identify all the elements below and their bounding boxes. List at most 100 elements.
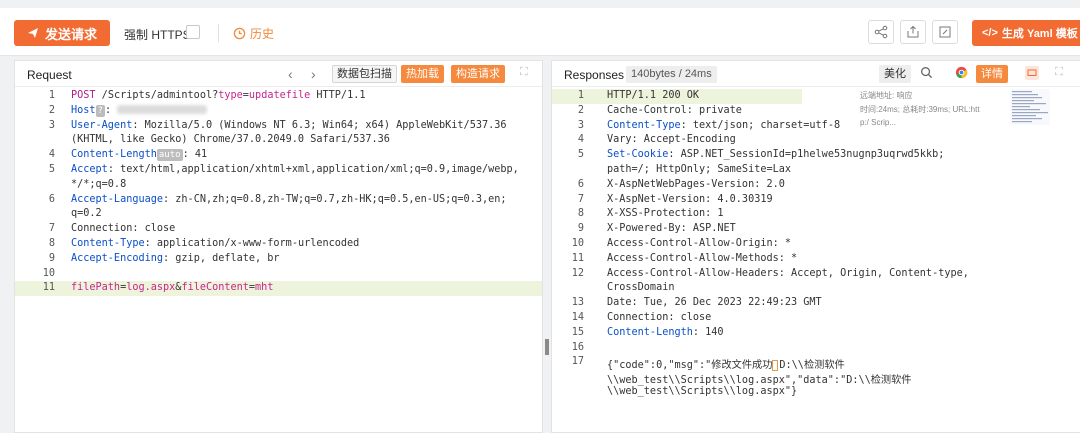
url-meta: p:/ Scrip... (860, 118, 897, 127)
line-number: 1 (577, 90, 584, 101)
header-key: Content-Length (71, 149, 157, 161)
chevron-right-icon[interactable]: › (311, 66, 316, 82)
line-number: 3 (577, 119, 584, 131)
line-number: 2 (48, 104, 55, 116)
edit-button[interactable] (932, 20, 958, 44)
detail-button[interactable]: 详情 (976, 65, 1008, 83)
hot-load-button[interactable]: 热加载 (401, 65, 444, 83)
code-line: POST /Scripts/admintool?type=updatefile … (71, 90, 365, 101)
json-text: {"code":0,"msg":"修改文件成功 (607, 360, 773, 372)
line-number: 17 (571, 356, 584, 368)
header-key: Accept-Language (71, 193, 164, 205)
toolbar-divider (218, 24, 219, 42)
code-line: Set-Cookie: ASP.NET_SessionId=p1helwe53n… (607, 149, 944, 160)
line-number: 16 (571, 341, 584, 353)
code-line: Connection: close (607, 312, 712, 323)
line-number: 14 (571, 312, 584, 323)
editor-scroll-marker[interactable] (545, 339, 549, 355)
query-value: updatefile (248, 90, 311, 101)
generate-yaml-label: 生成 Yaml 模板 (1001, 28, 1078, 40)
export-button[interactable] (900, 20, 926, 44)
header-value: text/json; charset=utf-8 (686, 119, 841, 131)
chrome-icon[interactable] (955, 66, 968, 82)
length-auto-badge: auto (156, 149, 183, 162)
line-number: 1 (48, 90, 55, 101)
header-value: 140 (699, 326, 724, 338)
http-version: HTTP/1.1 (310, 90, 366, 101)
code-line: Content-Type: text/json; charset=utf-8 (607, 120, 840, 131)
header-key: Content-Type (71, 238, 145, 249)
response-panel: Responses 140bytes / 24ms 美化 详情 ⛶ 1 HTTP/… (551, 60, 1080, 433)
force-https-checkbox[interactable] (186, 25, 200, 39)
line-number: 11 (42, 282, 55, 294)
packet-scan-button[interactable]: 数据包扫描 (332, 65, 397, 83)
line-number: 9 (48, 252, 55, 264)
beautify-button[interactable]: 美化 (879, 65, 911, 83)
code-line: Date: Tue, 26 Dec 2023 22:49:23 GMT (607, 297, 822, 309)
param-value: log.aspx (126, 282, 176, 294)
header-value: Mozilla/5.0 (Windows NT 6.3; Win64; x64)… (138, 119, 507, 131)
request-method: POST (71, 90, 96, 101)
request-header: Request ‹ › 数据包扫描 热加载 构造请求 ⛶ (15, 61, 542, 87)
code-line: Access-Control-Allow-Methods: * (607, 252, 798, 264)
code-line: HTTP/1.1 200 OK (607, 90, 700, 101)
line-number: 12 (571, 267, 584, 279)
code-line: {"code":0,"msg":"修改文件成功 D:\\检测软件 (607, 356, 845, 371)
chevron-left-icon[interactable]: ‹ (288, 66, 293, 82)
code-line-wrap: CrossDomain (607, 282, 675, 294)
clock-icon (233, 27, 246, 40)
param-key: filePath (71, 282, 121, 294)
line-number: 6 (48, 193, 55, 205)
header-value: zh-CN,zh;q=0.8,zh-TW;q=0.7,zh-HK;q=0.5,e… (169, 193, 507, 205)
generate-yaml-button[interactable]: </> 生成 Yaml 模板 (972, 20, 1080, 46)
code-line: Cache-Control: private (607, 104, 742, 116)
send-request-button[interactable]: 发送请求 (14, 20, 110, 46)
build-request-button[interactable]: 构造请求 (451, 65, 505, 83)
search-icon[interactable] (920, 66, 933, 82)
share-button[interactable] (868, 20, 894, 44)
code-line: User-Agent: Mozilla/5.0 (Windows NT 6.3;… (71, 120, 507, 131)
response-title: Responses (564, 68, 625, 82)
header-key: Set-Cookie (607, 149, 669, 161)
code-line: Host?: (71, 104, 208, 117)
line-number: 10 (42, 267, 55, 279)
line-number: 7 (48, 223, 55, 235)
response-header: Responses 140bytes / 24ms 美化 详情 ⛶ (552, 61, 1080, 87)
code-line: X-XSS-Protection: 1 (607, 208, 724, 220)
top-toolbar: 发送请求 强制 HTTPS 历史 </> 生成 Yaml 模板 (0, 8, 1080, 56)
line-number: 15 (571, 326, 584, 338)
code-line-wrap: */*;q=0.8 (71, 178, 127, 190)
header-value: 41 (188, 149, 208, 161)
header-key: Host (71, 104, 96, 116)
history-label: 历史 (250, 27, 275, 41)
line-number: 4 (48, 149, 55, 161)
header-value: ASP.NET_SessionId=p1helwe53nugnp3uqrwd5k… (674, 149, 945, 161)
line-number: 4 (577, 134, 584, 146)
history-button[interactable]: 历史 (233, 25, 274, 42)
header-value: gzip, deflate, br (169, 252, 280, 264)
code-line: X-AspNet-Version: 4.0.30319 (607, 193, 773, 205)
code-line: X-AspNetWebPages-Version: 2.0 (607, 178, 785, 190)
code-minimap[interactable] (1010, 89, 1050, 125)
header-value: application/x-www-form-urlencoded (150, 238, 360, 249)
code-line: filePath=log.aspx&fileContent=mht (71, 282, 273, 293)
request-path: /Scripts/admintool (95, 90, 213, 101)
code-line: Accept: text/html,application/xhtml+xml,… (71, 164, 519, 175)
code-line-wrap: \\web_test\\Scripts\\log.aspx"} (607, 386, 798, 397)
expand-icon[interactable]: ⛶ (520, 66, 528, 79)
line-number: 8 (577, 208, 584, 220)
request-title: Request (27, 68, 72, 82)
share-icon (874, 25, 888, 39)
header-key: Content-Type (607, 119, 681, 131)
code-line-wrap: path=/; HttpOnly; SameSite=Lax (607, 164, 792, 175)
host-badge: ? (95, 104, 105, 117)
query-key: type (218, 90, 243, 101)
code-line: X-Powered-By: ASP.NET (607, 223, 736, 235)
comment-icon[interactable] (1025, 66, 1039, 80)
timing-meta: 时间:24ms; 总耗时:39ms; URL:htt (860, 105, 980, 114)
redacted-host (117, 105, 208, 115)
header-colon: : (104, 104, 118, 116)
expand-icon[interactable]: ⛶ (1055, 66, 1063, 79)
header-key: User-Agent (71, 119, 133, 131)
code-line-wrap: (KHTML, like Gecko) Chrome/37.0.2049.0 S… (71, 134, 390, 146)
